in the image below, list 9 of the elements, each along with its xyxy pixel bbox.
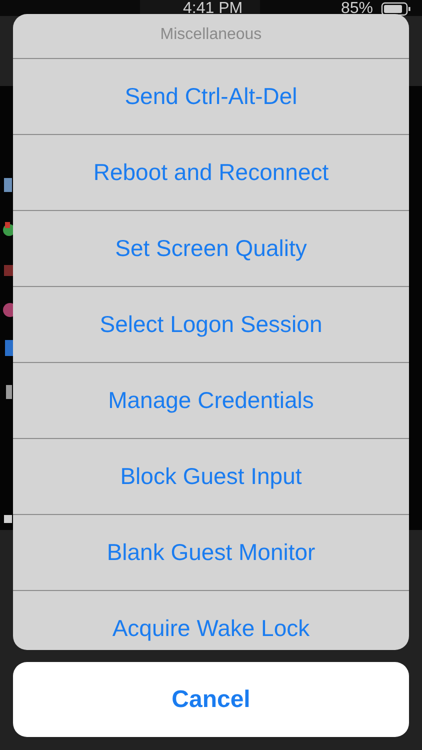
action-button[interactable]: Block Guest Input	[13, 439, 409, 515]
sheet-title: Miscellaneous	[13, 14, 409, 59]
cancel-button[interactable]: Cancel	[13, 662, 409, 737]
action-button[interactable]: Blank Guest Monitor	[13, 515, 409, 591]
action-button[interactable]: Reboot and Reconnect	[13, 135, 409, 211]
action-button[interactable]: Set Screen Quality	[13, 211, 409, 287]
action-button[interactable]: Send Ctrl-Alt-Del	[13, 59, 409, 135]
action-button[interactable]: Manage Credentials	[13, 363, 409, 439]
action-button[interactable]: Select Logon Session	[13, 287, 409, 363]
